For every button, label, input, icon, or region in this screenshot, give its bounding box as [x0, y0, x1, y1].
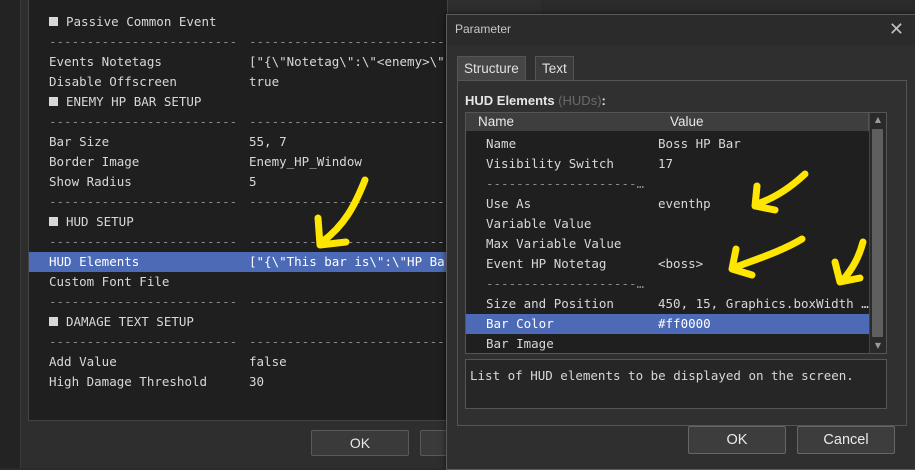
section-header-damage-text-setup[interactable]: DAMAGE TEXT SETUP — [29, 312, 447, 332]
param-value: 5 — [249, 174, 257, 189]
cancel-button[interactable]: Cancel — [797, 426, 895, 454]
struct-key: Bar Color — [486, 316, 554, 331]
struct-value: 450, 15, Graphics.boxWidth … — [658, 296, 869, 311]
annotation-arrow-2-icon — [751, 170, 809, 214]
param-row-add-value[interactable]: Add Value false — [29, 352, 447, 372]
tab-text[interactable]: Text — [535, 56, 574, 81]
struct-row-size-and-position[interactable]: Size and Position 450, 15, Graphics.boxWi… — [466, 294, 869, 314]
background-ok-button[interactable]: OK — [311, 430, 409, 456]
param-key: High Damage Threshold — [49, 374, 208, 389]
separator-row: ------------------------- ---------------… — [29, 112, 447, 132]
field-label-name: HUD Elements — [465, 93, 555, 108]
field-label-hint: (HUDs) — [558, 93, 602, 108]
struct-value: eventhp — [658, 196, 711, 211]
annotation-arrow-1-icon — [314, 176, 369, 249]
param-key: ------------------------- — [49, 194, 238, 209]
param-value: false — [249, 354, 287, 369]
param-value: 30 — [249, 374, 265, 389]
field-label-colon: : — [601, 93, 606, 108]
scroll-up-arrow-icon[interactable]: ▲ — [870, 113, 886, 127]
annotation-arrow-4-icon — [831, 238, 867, 286]
param-key: Show Radius — [49, 174, 132, 189]
param-key: Border Image — [49, 154, 140, 169]
ok-button[interactable]: OK — [688, 426, 786, 454]
param-key: ------------------------- — [49, 34, 238, 49]
param-key: DAMAGE TEXT SETUP — [49, 312, 194, 332]
param-key: Events Notetags — [49, 54, 162, 69]
param-key: HUD SETUP — [49, 212, 134, 232]
struct-row-bar-image[interactable]: Bar Image — [466, 334, 869, 353]
param-key: Bar Size — [49, 134, 110, 149]
section-header-passive-common-event[interactable]: Passive Common Event — [29, 12, 447, 32]
struct-value: 17 — [658, 156, 674, 171]
struct-value: Boss HP Bar — [658, 136, 741, 151]
description-box: List of HUD elements to be displayed on … — [465, 359, 887, 409]
param-key: Custom Font File — [49, 274, 170, 289]
column-header-name[interactable]: Name — [466, 113, 659, 131]
struct-key: Name — [486, 136, 517, 151]
struct-value: #ff0000 — [658, 316, 711, 331]
struct-key: Visibility Switch — [486, 156, 614, 171]
param-value: true — [249, 74, 280, 89]
param-key: ENEMY HP BAR SETUP — [49, 92, 201, 112]
annotation-arrow-3-icon — [728, 235, 806, 279]
struct-key: Variable Value — [486, 216, 592, 231]
tab-structure[interactable]: Structure — [457, 56, 526, 81]
param-row-disable-offscreen[interactable]: Disable Offscreen true — [29, 72, 447, 92]
param-row-border-image[interactable]: Border Image Enemy_HP_Window — [29, 152, 447, 172]
struct-row-name[interactable]: Name Boss HP Bar — [466, 134, 869, 154]
param-value: -------------------------- — [249, 334, 445, 349]
param-key: HUD Elements — [49, 254, 140, 269]
struct-key: --------------------… — [486, 276, 645, 291]
struct-key: Event HP Notetag — [486, 256, 607, 271]
dialog-title: Parameter — [455, 22, 512, 36]
scroll-down-arrow-icon[interactable]: ▼ — [870, 339, 886, 353]
field-label: HUD Elements (HUDs): — [465, 93, 606, 108]
separator-row: ------------------------- ---------------… — [29, 292, 447, 312]
left-edge-strip — [0, 0, 20, 468]
section-header-enemy-hp-bar-setup[interactable]: ENEMY HP BAR SETUP — [29, 92, 447, 112]
struct-value: <boss> — [658, 256, 704, 271]
struct-key: --------------------… — [486, 176, 645, 191]
param-value: -------------------------- — [249, 114, 445, 129]
struct-row-bar-color[interactable]: Bar Color #ff0000 — [466, 314, 869, 334]
struct-key: Use As — [486, 196, 532, 211]
param-key: ------------------------- — [49, 334, 238, 349]
param-value: -------------------------- — [249, 34, 445, 49]
param-row-high-damage-threshold[interactable]: High Damage Threshold 30 — [29, 372, 447, 392]
param-key: ------------------------- — [49, 114, 238, 129]
struct-key: Bar Image — [486, 336, 554, 351]
struct-property-grid[interactable]: Name Value Name Boss HP Bar Visibility Swi… — [465, 112, 887, 354]
separator-row: ------------------------- ---------------… — [29, 332, 447, 352]
param-value: Enemy_HP_Window — [249, 154, 362, 169]
param-key: ------------------------- — [49, 294, 238, 309]
param-key: ------------------------- — [49, 234, 238, 249]
param-value: ["{\"Notetag\":\"<enemy>\",\ — [249, 54, 447, 69]
struct-key: Max Variable Value — [486, 236, 622, 251]
column-header-value[interactable]: Value — [658, 113, 869, 131]
param-row-custom-font-file[interactable]: Custom Font File — [29, 272, 447, 292]
dialog-titlebar[interactable]: Parameter ✕ — [447, 15, 915, 45]
separator-row: ------------------------- ---------------… — [29, 32, 447, 52]
close-icon[interactable]: ✕ — [889, 19, 904, 40]
param-row-events-notetags[interactable]: Events Notetags ["{\"Notetag\":\"<enemy>\… — [29, 52, 447, 72]
param-key: Passive Common Event — [49, 12, 217, 32]
param-value: 55, 7 — [249, 134, 287, 149]
param-key: Disable Offscreen — [49, 74, 177, 89]
description-text: List of HUD elements to be displayed on … — [470, 368, 854, 383]
struct-key: Size and Position — [486, 296, 614, 311]
param-value: -------------------------- — [249, 294, 445, 309]
param-key: Add Value — [49, 354, 117, 369]
param-row-bar-size[interactable]: Bar Size 55, 7 — [29, 132, 447, 152]
